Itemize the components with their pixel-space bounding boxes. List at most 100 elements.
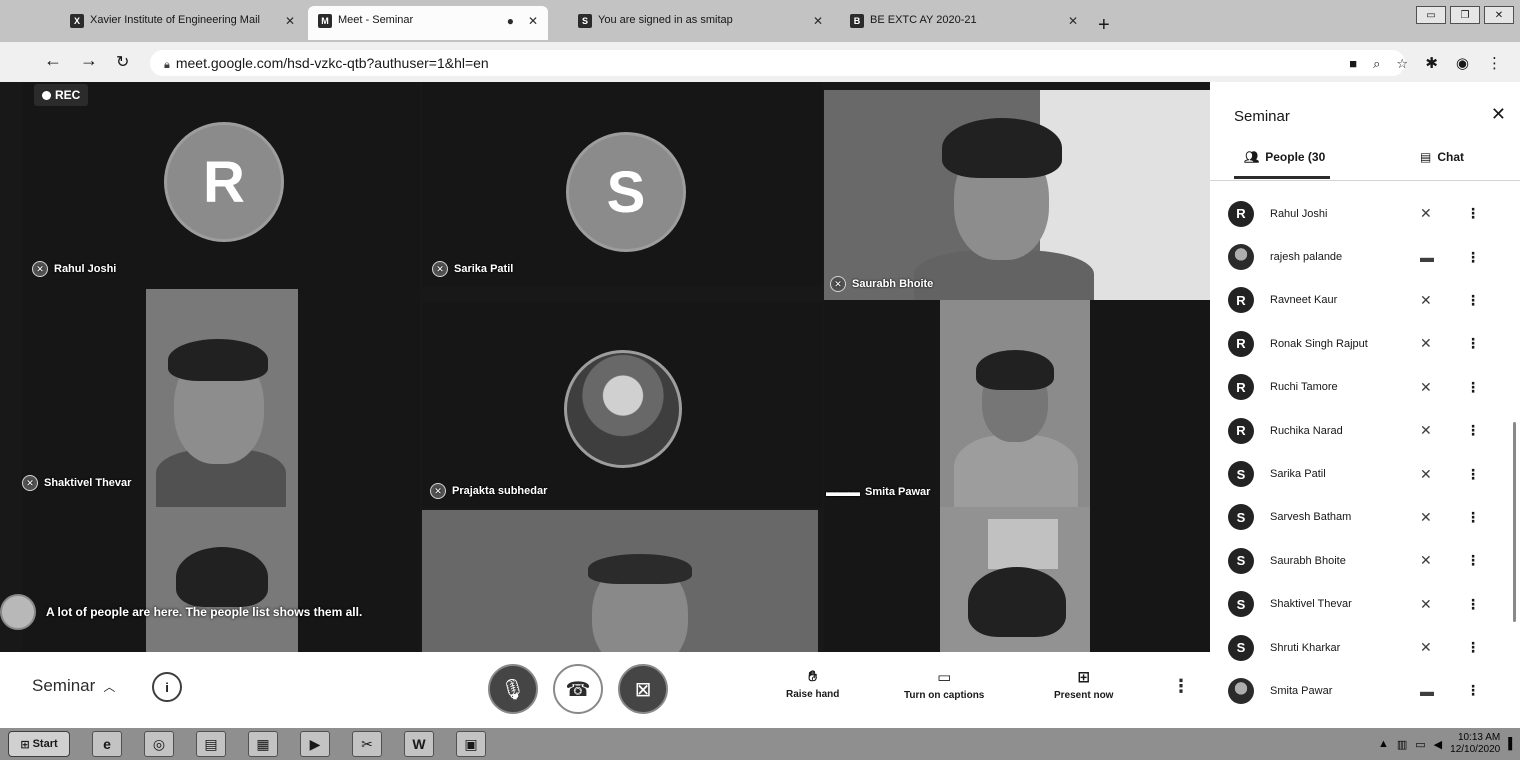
more-vert-icon[interactable]: ⋮: [1466, 466, 1480, 483]
divider: [1210, 180, 1520, 181]
raise-hand-button[interactable]: ✋︎ Raise hand: [786, 668, 839, 700]
close-icon[interactable]: ✕: [1068, 14, 1078, 28]
more-vert-icon[interactable]: ⋮: [1466, 292, 1480, 309]
tile-participant-bottom-right[interactable]: [824, 507, 1210, 652]
window-close-icon[interactable]: ✕: [1484, 6, 1514, 24]
url-field[interactable]: 🔒︎ meet.google.com/hsd-vzkc-qtb?authuser=…: [150, 50, 1405, 76]
snipping-tool-icon[interactable]: ✂: [352, 731, 382, 757]
captions-label: Turn on captions: [904, 690, 985, 701]
tile-sarika-patil[interactable]: S ✕ Sarika Patil: [422, 82, 822, 287]
tile-smita-pawar[interactable]: ▬▬▬ Smita Pawar: [824, 300, 1210, 507]
tile-shaktivel-thevar[interactable]: ✕ Shaktivel Thevar: [22, 287, 420, 507]
panel-scrollbar[interactable]: [1513, 422, 1516, 622]
more-vert-icon[interactable]: ⋮: [1466, 335, 1480, 352]
more-vert-icon[interactable]: ⋮: [1466, 596, 1480, 613]
forward-arrow-icon[interactable]: →: [80, 50, 98, 71]
participant-name: Smita Pawar: [1270, 684, 1333, 697]
more-vert-icon[interactable]: ⋮: [1466, 379, 1480, 396]
more-vert-icon[interactable]: ⋮: [1466, 682, 1480, 699]
profile-avatar-icon[interactable]: ◉: [1456, 54, 1469, 72]
list-item[interactable]: R Ronak Singh Rajput ✕ ⋮: [1210, 322, 1520, 365]
zoom-icon[interactable]: ▣: [456, 731, 486, 757]
back-arrow-icon[interactable]: ←: [44, 50, 62, 71]
window-controls: ▭ ❐ ✕: [1416, 6, 1514, 24]
mic-off-icon: ✕: [1420, 378, 1432, 395]
list-item[interactable]: R Ruchika Narad ✕ ⋮: [1210, 409, 1520, 452]
more-vert-icon[interactable]: ⋮: [1466, 205, 1480, 222]
more-vert-icon[interactable]: ⋮: [1466, 249, 1480, 266]
meeting-info-icon[interactable]: i: [152, 672, 182, 702]
tile-prajakta-subhedar[interactable]: ✕ Prajakta subhedar: [422, 302, 822, 507]
volume-icon[interactable]: ◀: [1434, 738, 1442, 751]
media-player-icon[interactable]: ▶: [300, 731, 330, 757]
present-now-button[interactable]: ⊞ Present now: [1054, 668, 1113, 701]
file-explorer-icon[interactable]: ▤: [196, 731, 226, 757]
system-clock[interactable]: 10:13 AM 12/10/2020: [1450, 732, 1500, 756]
close-icon[interactable]: ✕: [813, 14, 823, 28]
tab-signed-in[interactable]: S You are signed in as smitap ✕: [568, 6, 833, 40]
mic-off-icon: ✕: [32, 261, 48, 277]
participant-name: ✕ Prajakta subhedar: [430, 483, 547, 499]
more-vert-icon[interactable]: ⋮: [1466, 509, 1480, 526]
zoom-search-icon[interactable]: ⌕: [1373, 56, 1380, 72]
list-item[interactable]: Smita Pawar ▬ ⋮: [1210, 669, 1520, 712]
system-tray: ▲ ▥ ▭ ◀ 10:13 AM 12/10/2020 ▌: [1378, 730, 1516, 758]
close-panel-icon[interactable]: ✕: [1491, 104, 1506, 125]
display-icon[interactable]: ▭: [1415, 738, 1425, 751]
tab-xavier-mail[interactable]: X Xavier Institute of Engineering Mail ✕: [60, 6, 305, 40]
tab-meet-seminar[interactable]: M Meet - Seminar ● ✕: [308, 6, 548, 40]
tile-participant-bottom-center[interactable]: [422, 510, 818, 652]
participant-name: Shruti Kharkar: [1270, 641, 1341, 654]
camera-toggle-button[interactable]: ⊠: [618, 664, 668, 714]
tab-people[interactable]: 👥︎ People (30: [1244, 150, 1325, 164]
list-item[interactable]: S Shaktivel Thevar ✕ ⋮: [1210, 583, 1520, 626]
internet-explorer-icon[interactable]: e: [92, 731, 122, 757]
calculator-icon[interactable]: ▦: [248, 731, 278, 757]
tab-be-extc[interactable]: B BE EXTC AY 2020-21 ✕: [840, 6, 1088, 40]
minimize-icon[interactable]: ▭: [1416, 6, 1446, 24]
present-label: Present now: [1054, 690, 1114, 701]
list-item[interactable]: S Shruti Kharkar ✕ ⋮: [1210, 626, 1520, 669]
tray-arrow-icon[interactable]: ▲: [1378, 738, 1389, 750]
leave-call-button[interactable]: ☎︎: [553, 664, 603, 714]
people-notification-toast: A lot of people are here. The people lis…: [0, 592, 362, 632]
meeting-details-button[interactable]: Seminar ︿: [32, 676, 115, 696]
participant-video: [940, 300, 1090, 507]
more-vert-icon[interactable]: ⋮: [1466, 422, 1480, 439]
tab-chat[interactable]: ▤ Chat: [1420, 150, 1464, 164]
more-options-icon[interactable]: ⋮: [1172, 676, 1190, 697]
more-vert-icon[interactable]: ⋮: [1466, 639, 1480, 656]
microphone-toggle-button[interactable]: 🎙︎: [488, 664, 538, 714]
restore-icon[interactable]: ❐: [1450, 6, 1480, 24]
network-icon[interactable]: ▥: [1397, 738, 1407, 751]
list-item[interactable]: S Saurabh Bhoite ✕ ⋮: [1210, 539, 1520, 582]
tile-rahul-joshi[interactable]: R ✕ Rahul Joshi: [22, 82, 420, 287]
captions-button[interactable]: ▭ Turn on captions: [904, 668, 984, 701]
profile-photo: [564, 350, 682, 468]
start-button[interactable]: ⊞ Start: [8, 731, 70, 757]
new-tab-icon[interactable]: +: [1098, 14, 1110, 37]
list-item[interactable]: S Sarika Patil ✕ ⋮: [1210, 452, 1520, 495]
list-item[interactable]: S Sarvesh Batham ✕ ⋮: [1210, 496, 1520, 539]
close-icon[interactable]: ✕: [285, 14, 295, 28]
chrome-icon[interactable]: ◎: [144, 731, 174, 757]
clock-date: 12/10/2020: [1450, 744, 1501, 755]
list-item[interactable]: rajesh palande ▬ ⋮: [1210, 235, 1520, 278]
avatar: [1228, 244, 1254, 271]
tile-saurabh-bhoite[interactable]: ✕ Saurabh Bhoite: [824, 90, 1210, 300]
show-desktop-icon[interactable]: ▌: [1508, 738, 1516, 750]
bookmark-star-icon[interactable]: ☆: [1396, 56, 1408, 72]
word-icon[interactable]: W: [404, 731, 434, 757]
more-vert-icon[interactable]: ⋮: [1466, 552, 1480, 569]
list-item[interactable]: R Ruchi Tamore ✕ ⋮: [1210, 366, 1520, 409]
close-icon[interactable]: ✕: [528, 14, 538, 28]
reload-icon[interactable]: ↻: [116, 52, 129, 72]
camera-in-use-icon[interactable]: ■: [1349, 56, 1357, 72]
video-grid: REC R ✕ Rahul Joshi S ✕ Sarika Patil ✕ S…: [0, 82, 1210, 652]
list-item[interactable]: R Rahul Joshi ✕ ⋮: [1210, 192, 1520, 235]
hand-icon: ✋︎: [808, 668, 817, 685]
chrome-menu-icon[interactable]: ⋮: [1487, 54, 1502, 72]
list-item[interactable]: R Ravneet Kaur ✕ ⋮: [1210, 279, 1520, 322]
extensions-puzzle-icon[interactable]: ✱: [1425, 54, 1438, 72]
avatar: S: [1228, 634, 1254, 661]
